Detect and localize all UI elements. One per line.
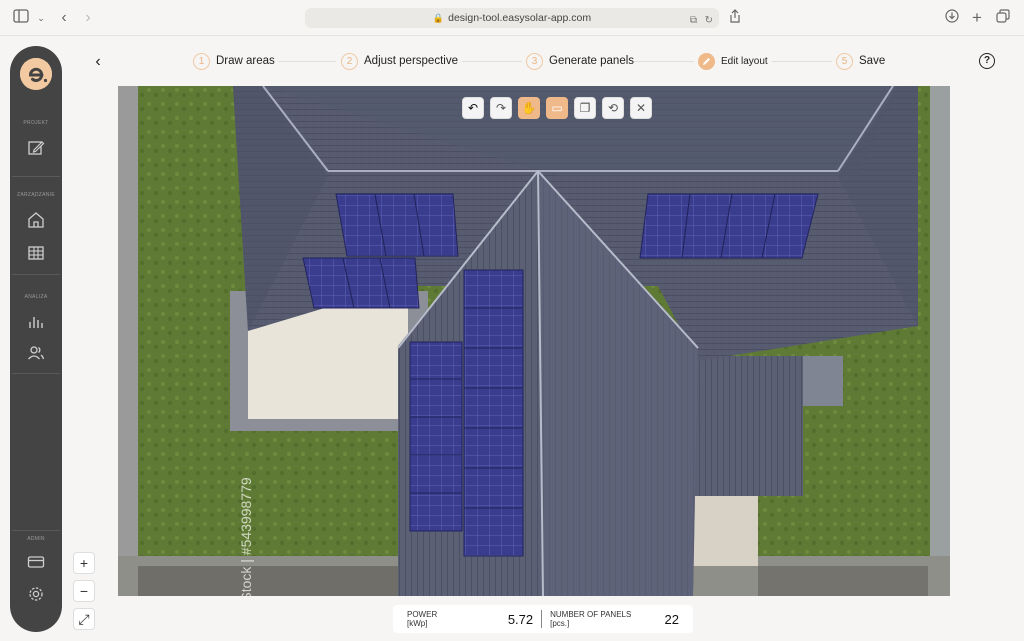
gear-icon[interactable] bbox=[26, 584, 46, 604]
step-draw-areas[interactable]: 1 Draw areas bbox=[193, 52, 275, 70]
power-label: POWER [kWp] bbox=[407, 610, 438, 628]
edit-icon[interactable] bbox=[26, 138, 46, 158]
undo-icon[interactable]: ↶ bbox=[462, 97, 484, 119]
sidebar: PROJEKT ZARZĄDZANIE ANALIZA ADMIN bbox=[10, 46, 62, 632]
share-icon[interactable] bbox=[726, 9, 744, 27]
step-number: 3 bbox=[526, 52, 543, 70]
home-icon[interactable] bbox=[26, 210, 46, 230]
step-adjust-perspective[interactable]: 2 Adjust perspective bbox=[341, 52, 458, 70]
section-label-analiza: ANALIZA bbox=[24, 294, 48, 300]
sidebar-divider bbox=[12, 176, 60, 177]
close-icon[interactable]: ✕ bbox=[630, 97, 652, 119]
step-number: 1 bbox=[193, 52, 210, 70]
step-connector bbox=[462, 61, 522, 62]
grid-icon[interactable] bbox=[26, 243, 46, 263]
pencil-icon bbox=[698, 52, 715, 70]
address-bar[interactable]: 🔒 design-tool.easysolar-app.com ⧉ ↻ bbox=[305, 8, 719, 28]
easysolar-logo[interactable] bbox=[20, 58, 52, 90]
browser-bar: ⌄ ‹ › 🔒 design-tool.easysolar-app.com ⧉ ↻… bbox=[0, 0, 1024, 36]
lock-icon: 🔒 bbox=[432, 13, 445, 23]
step-number: 2 bbox=[341, 52, 358, 70]
hand-icon[interactable]: ✋ bbox=[518, 97, 540, 119]
new-tab-icon[interactable]: + bbox=[968, 9, 986, 27]
fit-screen-button[interactable]: ⤢ bbox=[73, 608, 95, 630]
step-generate-panels[interactable]: 3 Generate panels bbox=[526, 52, 634, 70]
roof-map-canvas[interactable]: Adobe Stock | #543998779 bbox=[118, 86, 950, 596]
panels-label: NUMBER OF PANELS [pcs.] bbox=[550, 610, 632, 628]
tabs-overview-icon[interactable] bbox=[994, 9, 1012, 27]
forward-arrow-icon[interactable]: › bbox=[79, 9, 97, 27]
step-connector bbox=[634, 61, 694, 62]
back-arrow-icon[interactable]: ‹ bbox=[55, 9, 73, 27]
redo-icon[interactable]: ↷ bbox=[490, 97, 512, 119]
sidebar-divider bbox=[12, 373, 60, 374]
panel-group-top-right[interactable] bbox=[639, 193, 819, 259]
sidebar-divider bbox=[12, 274, 60, 275]
rotate-icon[interactable]: ⟲ bbox=[602, 97, 624, 119]
step-connector bbox=[772, 61, 832, 62]
translate-icon[interactable]: ⧉ bbox=[690, 11, 697, 31]
step-label: Draw areas bbox=[216, 55, 275, 67]
stock-watermark: Adobe Stock | #543998779 bbox=[238, 477, 254, 596]
zoom-out-button[interactable]: − bbox=[73, 580, 95, 602]
download-icon[interactable] bbox=[943, 9, 961, 27]
section-label-zarzadzanie: ZARZĄDZANIE bbox=[16, 192, 56, 198]
step-edit-layout[interactable]: Edit layout bbox=[698, 52, 768, 70]
step-connector bbox=[278, 61, 336, 62]
panels-value: 22 bbox=[664, 611, 679, 627]
zoom-in-button[interactable]: + bbox=[73, 552, 95, 574]
status-divider bbox=[541, 610, 543, 628]
chevron-down-icon[interactable]: ⌄ bbox=[32, 9, 50, 27]
step-label: Generate panels bbox=[549, 55, 635, 67]
copy-icon[interactable]: ❐ bbox=[574, 97, 596, 119]
select-icon[interactable]: ▭ bbox=[546, 97, 568, 119]
back-button[interactable]: ‹ bbox=[88, 52, 108, 72]
step-number: 5 bbox=[836, 52, 853, 70]
step-save[interactable]: 5 Save bbox=[836, 52, 885, 70]
section-label-projekt: PROJEKT bbox=[23, 120, 49, 126]
card-icon[interactable] bbox=[26, 552, 46, 572]
url-text: design-tool.easysolar-app.com bbox=[448, 12, 592, 24]
map-toolbar: ↶ ↷ ✋ ▭ ❐ ⟲ ✕ bbox=[462, 97, 652, 119]
section-label-admin: ADMIN bbox=[27, 536, 45, 542]
reload-icon[interactable]: ↻ bbox=[705, 11, 713, 31]
step-label: Adjust perspective bbox=[364, 55, 458, 67]
power-value: 5.72 bbox=[507, 611, 534, 627]
sidebar-divider bbox=[12, 530, 60, 531]
help-button[interactable]: ? bbox=[979, 53, 995, 69]
step-label: Edit layout bbox=[721, 55, 768, 67]
step-label: Save bbox=[859, 55, 886, 67]
summary-bar: POWER [kWp] 5.72 NUMBER OF PANELS [pcs.]… bbox=[393, 605, 693, 633]
sidebar-toggle-icon[interactable] bbox=[12, 9, 30, 27]
chart-icon[interactable] bbox=[26, 312, 46, 332]
users-icon[interactable] bbox=[26, 343, 46, 363]
